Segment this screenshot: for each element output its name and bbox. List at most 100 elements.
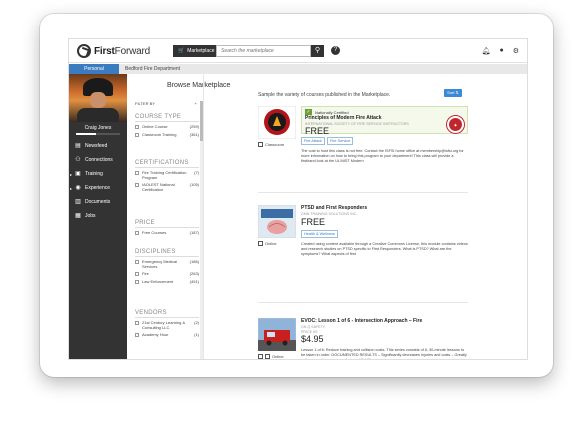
checkbox[interactable]	[135, 260, 139, 264]
checkbox[interactable]	[135, 183, 139, 188]
checkbox[interactable]	[135, 231, 139, 235]
filter-option[interactable]: Online Course (259)	[135, 124, 199, 130]
caret-right-icon: ▸	[70, 171, 73, 177]
gear-icon[interactable]: ⚙	[513, 47, 519, 55]
ptsd-thumbnail[interactable]	[258, 205, 296, 238]
course-description: Lesson 1 of 6: Reduce training and colli…	[301, 348, 467, 360]
training-icon: ▣	[75, 171, 81, 177]
checkbox[interactable]	[135, 333, 139, 338]
sidebar: Craig Jones ▤ Newsfeed ⚇ Connections ▸ ▣ Tra…	[69, 74, 127, 359]
search-input[interactable]	[216, 45, 311, 57]
course-description: Created using content available through …	[301, 242, 468, 256]
course-price: $4.95	[301, 334, 324, 344]
section-title: PRICE	[135, 220, 199, 228]
filter-option[interactable]: 21st Century Learning & Consulting LLC (2…	[135, 320, 199, 330]
app-screen: FirstForward 🛒 Marketplace ⚲ ? 🔔︎ ● ⚙ Pe…	[68, 38, 528, 360]
caret-right-icon: ▸	[70, 185, 73, 191]
tag[interactable]: Health & Wellness	[301, 230, 338, 238]
filter-section-disciplines: DISCIPLINES Emergency Medical Services (1…	[135, 249, 199, 287]
course-title[interactable]: Principles of Modern Fire Attack	[305, 115, 464, 121]
filter-option[interactable]: Free Courses (187)	[135, 230, 199, 236]
sidebar-item-newsfeed[interactable]: ▤ Newsfeed	[69, 139, 127, 153]
video-icon	[265, 354, 270, 359]
search-button[interactable]: ⚲	[311, 45, 324, 57]
isfsi-thumbnail[interactable]	[258, 106, 296, 139]
context-bar: Personal Bedford Fire Department	[69, 64, 527, 74]
course-org: GMN TRAINING SOLUTIONS INC.	[301, 212, 358, 216]
scrollbar-thumb[interactable]	[200, 101, 203, 141]
filter-option[interactable]: Emergency Medical Services (186)	[135, 259, 199, 269]
course-price: FREE	[305, 126, 330, 136]
marketplace-button[interactable]: 🛒 Marketplace	[173, 45, 220, 57]
filter-section-price: PRICE Free Courses (187)	[135, 220, 199, 239]
course-mode: Online	[265, 241, 277, 246]
marketplace-main: Sample the variety of courses published …	[211, 74, 521, 360]
filter-option[interactable]: Academy Hour (1)	[135, 333, 199, 338]
checkbox[interactable]	[135, 132, 139, 137]
sidebar-item-training[interactable]: ▸ ▣ Training	[69, 167, 127, 181]
checkbox[interactable]	[135, 321, 139, 325]
add-filter-button[interactable]: +	[195, 101, 197, 106]
tag[interactable]: Fire Service	[326, 137, 354, 145]
documents-icon: ▥	[75, 199, 81, 205]
filter-option[interactable]: Fire Training Certification Program (7)	[135, 170, 199, 180]
newspaper-icon: ▤	[75, 143, 81, 149]
sidebar-item-connections[interactable]: ⚇ Connections	[69, 153, 127, 167]
notification-bell-icon[interactable]: 🔔︎	[482, 47, 491, 55]
logo-icon	[77, 44, 91, 58]
firstforward-logo[interactable]: FirstForward	[77, 44, 150, 58]
sidebar-item-documents[interactable]: ▥ Documents	[69, 195, 127, 209]
course-title[interactable]: PTSD and First Responders	[301, 205, 468, 211]
online-icon	[258, 241, 263, 246]
profile-progress-fill	[76, 133, 96, 135]
top-icons: 🔔︎ ● ⚙	[482, 47, 519, 55]
certification-box: ✓ Nationally Certified Principles of Mode…	[301, 106, 468, 136]
profile-name[interactable]: Craig Jones	[69, 122, 127, 132]
device-frame: FirstForward 🛒 Marketplace ⚲ ? 🔔︎ ● ⚙ Pe…	[40, 14, 553, 377]
filter-option[interactable]: Classroom Training (361)	[135, 132, 199, 138]
help-icon[interactable]: ?	[331, 46, 340, 55]
course-description: The cost to host this class is not free.…	[301, 149, 464, 163]
filter-section-course-type: COURSE TYPE Online Course (259) Classroom…	[135, 114, 199, 140]
divider	[258, 302, 468, 303]
user-icon[interactable]: ●	[499, 47, 503, 55]
section-title: COURSE TYPE	[135, 114, 199, 122]
people-icon: ⚇	[75, 157, 81, 163]
section-title: VENDORS	[135, 310, 199, 318]
tag-list: Health & Wellness	[301, 230, 468, 238]
filter-option[interactable]: Fire (263)	[135, 272, 199, 277]
logo-text-rest: Forward	[114, 45, 150, 57]
course-card[interactable]: Online PTSD and First Responders GMN TRA…	[258, 205, 468, 275]
tab-department[interactable]: Bedford Fire Department	[125, 64, 180, 74]
filter-scrollbar[interactable]	[200, 101, 203, 359]
course-card[interactable]: Online EVOC: Lesson 1 of 6 - Intersectio…	[258, 318, 468, 360]
checkbox[interactable]	[135, 279, 139, 284]
experience-icon: ◉	[75, 185, 81, 191]
course-mode: Classroom	[265, 142, 285, 147]
filter-section-vendors: VENDORS 21st Century Learning & Consulti…	[135, 310, 199, 341]
sidebar-item-jobs[interactable]: ▦ Jobs	[69, 209, 127, 223]
jobs-icon: ▦	[75, 213, 81, 219]
cart-icon: 🛒	[178, 48, 185, 54]
course-mode: Online	[272, 354, 284, 359]
course-card[interactable]: Classroom ✓ Nationally Certified Principl…	[258, 106, 468, 188]
online-icon	[258, 354, 263, 359]
sidebar-item-experience[interactable]: ▸ ◉ Experience	[69, 181, 127, 195]
filter-option[interactable]: IAOLEST National Certification (105)	[135, 182, 199, 192]
tag[interactable]: Fire Attack	[301, 137, 325, 145]
profile-photo[interactable]	[69, 74, 127, 122]
checkbox[interactable]	[135, 125, 139, 129]
section-title: CERTIFICATIONS	[135, 160, 199, 168]
course-price: FREE	[301, 217, 326, 227]
logo-text-bold: First	[94, 45, 115, 57]
sidebar-nav: ▤ Newsfeed ⚇ Connections ▸ ▣ Training ▸ ◉ Expe…	[69, 139, 127, 223]
course-title[interactable]: EVOC: Lesson 1 of 6 - Intersection Appro…	[301, 318, 468, 324]
search-icon: ⚲	[314, 47, 321, 54]
filter-option[interactable]: Law Enforcement (491)	[135, 279, 199, 285]
checkbox[interactable]	[135, 171, 139, 175]
sort-button[interactable]: Sort ⇅	[444, 89, 462, 97]
certified-label: Nationally Certified	[315, 109, 349, 115]
evoc-thumbnail[interactable]	[258, 318, 296, 351]
checkbox[interactable]	[135, 272, 139, 277]
tab-personal[interactable]: Personal	[69, 64, 119, 74]
